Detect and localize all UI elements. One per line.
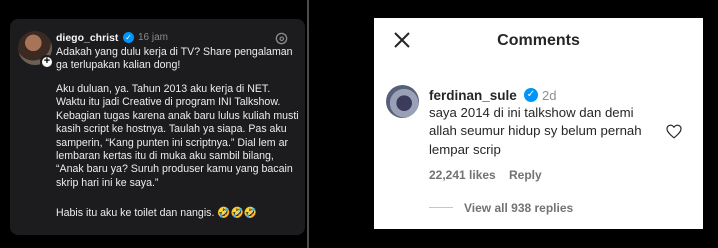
avatar[interactable] [386,85,419,118]
comments-panel: Comments ferdinan_sule ✓ 2d saya 2014 di… [374,18,703,229]
threads-post-panel: + diego_christ ✓ 16 jam Adakah yang dulu… [0,0,307,248]
comment-username[interactable]: ferdinan_sule [429,88,517,103]
comment-text: saya 2014 di ini talkshow dan demi allah… [429,105,642,157]
comment-timestamp: 2d [542,88,557,103]
threads-post-card: + diego_christ ✓ 16 jam Adakah yang dulu… [10,19,305,235]
verified-badge-icon: ✓ [524,88,538,102]
post-timestamp: 16 jam [138,32,169,43]
post-paragraph: Aku duluan, ya. Tahun 2013 aku kerja di … [56,83,299,189]
post-paragraph: Adakah yang dulu kerja di TV? Share peng… [56,46,293,72]
post-username[interactable]: diego_christ [56,32,118,44]
panel-divider [307,0,309,248]
post-paragraph: Habis itu aku ke toilet dan nangis. 🤣🤣🤣 [56,207,257,219]
page-title: Comments [497,32,580,49]
verified-badge-icon: ✓ [123,32,134,43]
view-replies-button[interactable]: View all 938 replies [464,201,573,215]
replies-divider [429,207,453,208]
reply-button[interactable]: Reply [509,168,542,182]
likes-count[interactable]: 22,241 likes [429,168,496,182]
follow-plus-icon[interactable]: + [40,55,54,69]
threads-icon [275,32,288,45]
heart-icon[interactable] [666,124,682,139]
